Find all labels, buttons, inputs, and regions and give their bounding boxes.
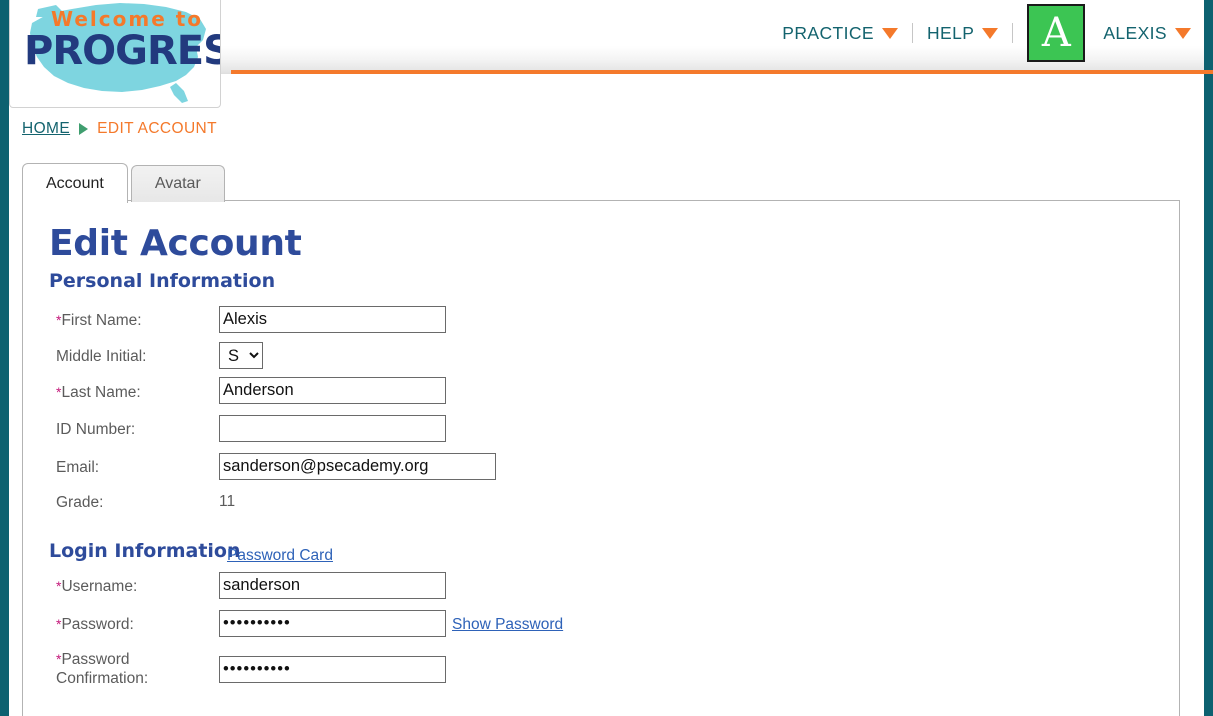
- label-first-name: *First Name:: [56, 312, 142, 329]
- label-grade: Grade:: [56, 494, 104, 511]
- email-input[interactable]: [219, 453, 496, 480]
- password-confirmation-input[interactable]: [219, 656, 446, 683]
- site-logo[interactable]: Welcome to PROGRESS: [9, 0, 221, 108]
- label-id-number: ID Number:: [56, 421, 136, 438]
- label-password-confirmation: *Password Confirmation:: [56, 651, 149, 688]
- triangle-right-icon: [79, 123, 89, 135]
- page-title: Edit Account: [49, 223, 302, 264]
- username-input[interactable]: [219, 572, 446, 599]
- nav-practice-label: PRACTICE: [782, 22, 874, 43]
- tab-avatar-label: Avatar: [154, 175, 201, 192]
- breadcrumb: HOME EDIT ACCOUNT: [22, 120, 217, 138]
- avatar[interactable]: A: [1027, 4, 1086, 62]
- tab-avatar[interactable]: Avatar: [130, 165, 225, 202]
- chevron-down-icon: [1175, 27, 1191, 39]
- label-email: Email:: [56, 459, 100, 476]
- password-input[interactable]: [219, 610, 446, 637]
- breadcrumb-home-link[interactable]: HOME: [22, 120, 70, 138]
- nav-user-label: ALEXIS: [1103, 22, 1167, 43]
- section-heading-login: Login Information: [49, 540, 241, 562]
- label-last-name: *Last Name:: [56, 384, 141, 401]
- grade-value: 11: [219, 493, 236, 510]
- chevron-down-icon: [982, 27, 999, 39]
- header-orange-rule: [231, 70, 1213, 74]
- show-password-link[interactable]: Show Password: [452, 616, 563, 634]
- label-middle-initial: Middle Initial:: [56, 348, 147, 365]
- left-page-rail: [0, 0, 9, 716]
- label-username: *Username:: [56, 578, 138, 595]
- right-page-rail: [1204, 0, 1213, 716]
- nav-item-practice[interactable]: PRACTICE: [782, 23, 898, 44]
- tab-strip: Account Avatar: [22, 163, 225, 203]
- avatar-letter: A: [1041, 10, 1071, 56]
- nav-help-label: HELP: [926, 22, 975, 43]
- chevron-down-icon: [881, 27, 898, 39]
- last-name-input[interactable]: [219, 377, 446, 404]
- account-panel: Edit Account Personal Information *First…: [22, 200, 1180, 716]
- section-heading-personal: Personal Information: [49, 270, 276, 292]
- middle-initial-select[interactable]: S: [219, 342, 263, 369]
- logo-brand-text: PROGRESS: [24, 28, 220, 74]
- id-number-input[interactable]: [219, 415, 446, 442]
- tab-account-label: Account: [46, 174, 104, 192]
- nav-item-help[interactable]: HELP: [926, 22, 999, 44]
- nav-item-user[interactable]: ALEXIS: [1103, 23, 1191, 44]
- nav-divider: [911, 23, 913, 43]
- nav-divider: [1012, 23, 1014, 43]
- first-name-input[interactable]: [219, 306, 446, 333]
- password-card-link[interactable]: Password Card: [227, 547, 333, 565]
- label-password: *Password:: [56, 616, 134, 633]
- breadcrumb-current: EDIT ACCOUNT: [97, 120, 218, 137]
- top-navigation: PRACTICE HELP A ALEXIS: [782, 0, 1191, 66]
- tab-account[interactable]: Account: [22, 163, 128, 203]
